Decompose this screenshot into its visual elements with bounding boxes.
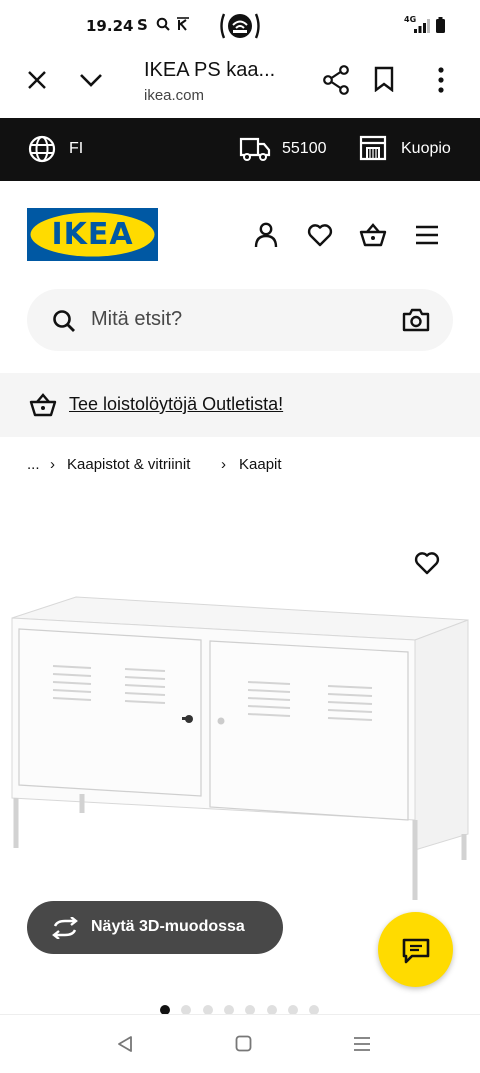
outlet-promo-link[interactable]: Tee loistolöytöjä Outletista!: [69, 394, 283, 415]
logo-text: IKEA: [51, 217, 134, 252]
favourites-icon[interactable]: [307, 223, 333, 247]
ikea-logo[interactable]: IKEA: [27, 208, 158, 261]
search-bar[interactable]: Mitä etsit?: [27, 289, 453, 351]
breadcrumb-item[interactable]: Kaapistot & vitriinit: [67, 456, 190, 473]
store-name[interactable]: Kuopio: [401, 140, 451, 158]
battery-icon: [436, 17, 445, 38]
hotspot-icon: [218, 10, 262, 47]
shopping-basket-icon: [29, 392, 57, 418]
search-input[interactable]: Mitä etsit?: [91, 308, 182, 331]
search-q-icon: [156, 17, 170, 35]
status-bar: 19.24 S 4G: [0, 0, 480, 52]
close-tab-button[interactable]: [26, 69, 48, 91]
add-to-favourites-icon[interactable]: [414, 551, 440, 575]
delivery-truck-icon[interactable]: [239, 135, 271, 163]
chevron-right-icon: ›: [221, 456, 226, 473]
breadcrumb-item[interactable]: ...: [27, 456, 40, 473]
view-3d-label: Näytä 3D-muodossa: [91, 918, 245, 935]
page-url[interactable]: ikea.com: [144, 87, 204, 104]
search-icon: [52, 309, 76, 333]
more-options-icon[interactable]: [437, 67, 445, 93]
locale-strip: FI 55100 Kuopio: [0, 118, 480, 181]
view-3d-button[interactable]: Näytä 3D-muodossa: [27, 901, 283, 954]
shopping-basket-icon[interactable]: [359, 222, 387, 248]
rotate-3d-icon: [51, 917, 79, 939]
account-icon[interactable]: [254, 222, 278, 248]
chat-button[interactable]: [378, 912, 453, 987]
signal-icon: [414, 19, 430, 38]
chevron-down-icon[interactable]: [79, 72, 103, 88]
camera-search-icon[interactable]: [402, 307, 430, 333]
status-time: 19.24: [86, 17, 134, 35]
share-icon[interactable]: [322, 65, 350, 95]
menu-icon[interactable]: [415, 225, 439, 245]
chevron-right-icon: ›: [50, 456, 55, 473]
recents-nav-icon[interactable]: [353, 1036, 371, 1052]
breadcrumb-item[interactable]: Kaapit: [239, 456, 282, 473]
outlet-promo-banner[interactable]: Tee loistolöytöjä Outletista!: [0, 373, 480, 437]
chat-icon: [402, 938, 430, 964]
back-nav-icon[interactable]: [116, 1035, 134, 1053]
system-navigation-bar: [0, 1014, 480, 1073]
home-nav-icon[interactable]: [235, 1035, 252, 1052]
store-icon[interactable]: [359, 135, 387, 161]
globe-icon[interactable]: [28, 135, 56, 163]
postal-code[interactable]: 55100: [282, 140, 327, 158]
page-title[interactable]: IKEA PS kaa...: [144, 59, 275, 82]
browser-toolbar: IKEA PS kaa... ikea.com: [0, 52, 480, 118]
s-app-icon: S: [137, 16, 148, 34]
language-selector[interactable]: FI: [69, 140, 83, 158]
k-app-icon: [176, 17, 190, 36]
bookmark-icon[interactable]: [373, 66, 395, 92]
